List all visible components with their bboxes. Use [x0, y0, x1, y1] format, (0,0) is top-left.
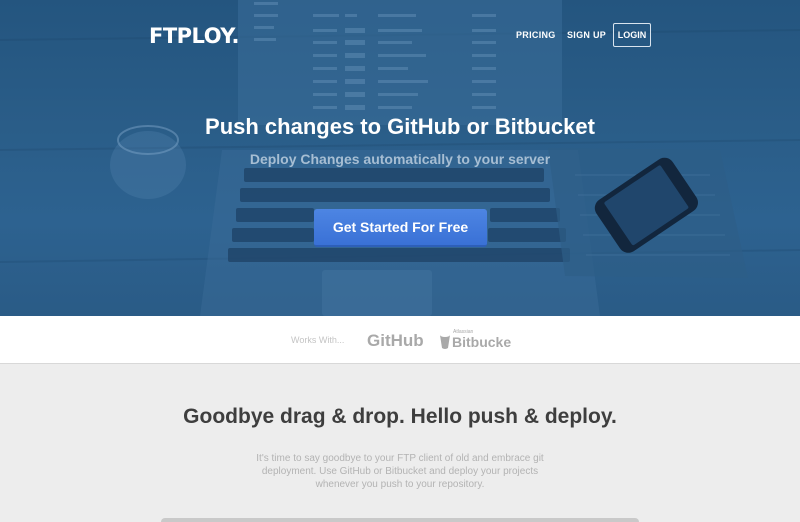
github-logo: GitHub [367, 331, 423, 350]
nav-login-button[interactable]: LOGIN [613, 23, 651, 47]
bitbucket-logo-text: Bitbucket [452, 334, 511, 350]
intro-line-1: It's time to say goodbye to your FTP cli… [256, 453, 544, 464]
hero-title: Push changes to GitHub or Bitbucket [205, 114, 595, 139]
hero-section: FTPLOY. PRICING SIGN UP LOGIN Push chang… [0, 0, 800, 316]
works-with-label: Works With... [291, 335, 345, 345]
intro-line-3: whenever you push to your repository. [315, 479, 485, 490]
ftploy-logo[interactable]: FTPLOY. [149, 24, 240, 48]
intro-line-2: deployment. Use GitHub or Bitbucket and … [261, 466, 539, 477]
nav-pricing-link[interactable]: PRICING [516, 30, 556, 40]
bitbucket-logo: Atlassian Bitbucket [440, 329, 511, 350]
get-started-button[interactable]: Get Started For Free [314, 209, 487, 247]
github-logo-text: GitHub [367, 331, 423, 350]
nav-signup-link[interactable]: SIGN UP [567, 30, 606, 40]
preview-window-top [161, 518, 639, 522]
intro-description: It's time to say goodbye to your FTP cli… [238, 452, 562, 491]
hero-subtitle: Deploy Changes automatically to your ser… [249, 151, 551, 167]
intro-title: Goodbye drag & drop. Hello push & deploy… [183, 405, 617, 428]
